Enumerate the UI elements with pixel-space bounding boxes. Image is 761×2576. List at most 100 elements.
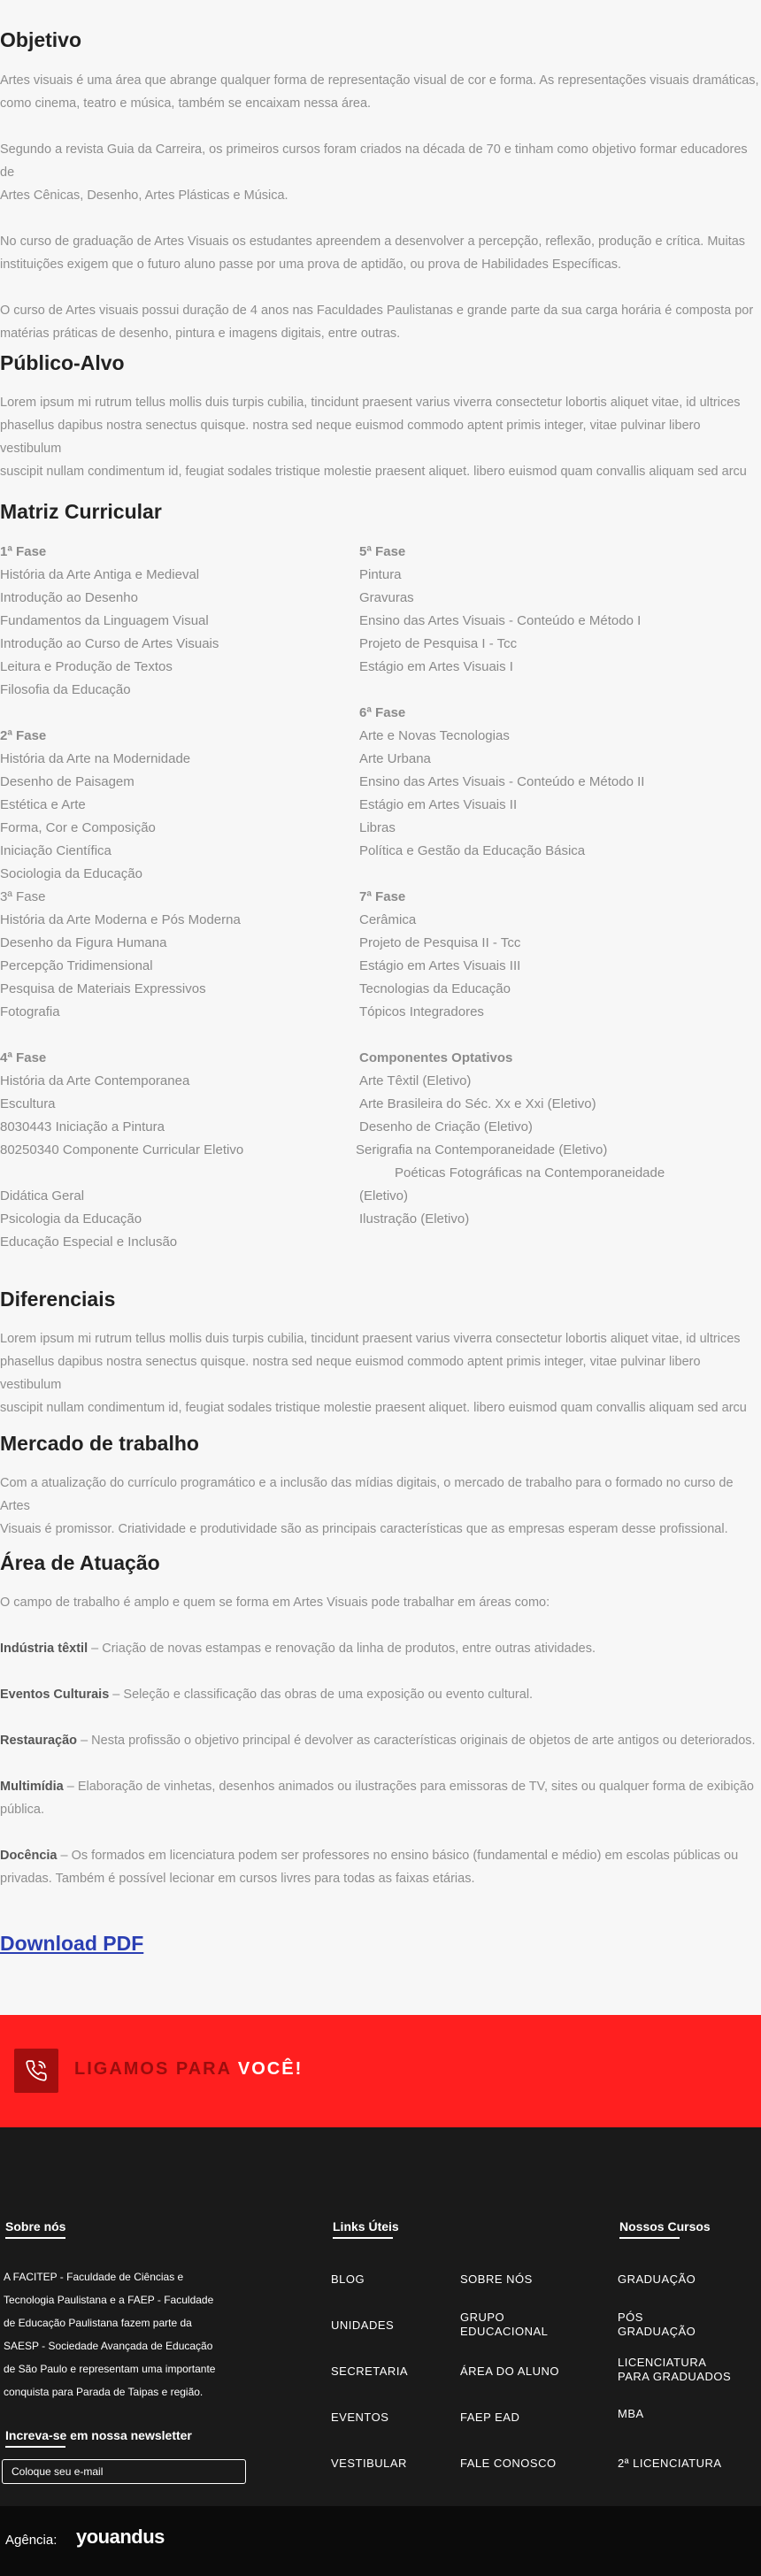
area-item-desc: – Os formados em licenciatura podem ser … bbox=[57, 1849, 739, 1863]
curriculum-item: Projeto de Pesquisa II - Tcc bbox=[359, 935, 521, 950]
curriculum-item: Arte Têxtil (Eletivo) bbox=[359, 1073, 472, 1088]
curriculum-item: Percepção Tridimensional bbox=[0, 958, 153, 973]
curriculum-item: Libras bbox=[359, 820, 396, 835]
area-intro: O campo de trabalho é amplo e quem se fo… bbox=[0, 1596, 550, 1610]
curriculum-item bbox=[0, 702, 243, 725]
curriculum-item: Sociologia da Educação bbox=[0, 866, 142, 881]
area-item-desc: – Elaboração de vinhetas, desenhos anima… bbox=[63, 1780, 754, 1794]
curriculum-item: Educação Especial e Inclusão bbox=[0, 1234, 178, 1250]
area-item: Restauração – Nesta profissão o objetivo… bbox=[0, 1729, 761, 1752]
footer-link[interactable]: GRUPO EDUCACIONAL bbox=[460, 2311, 548, 2339]
text-line: suscipit nullam condimentum id, feugiat … bbox=[0, 465, 747, 479]
footer-link-line: ÁREA DO ALUNO bbox=[460, 2365, 559, 2378]
publico-text: Lorem ipsum mi rutrum tellus mollis duis… bbox=[0, 391, 761, 483]
footer-link[interactable]: BLOG bbox=[331, 2272, 365, 2287]
curriculum-phase-heading: Componentes Optativos bbox=[359, 1050, 513, 1065]
section-title-objetivo: Objetivo bbox=[0, 28, 82, 51]
footer-link[interactable]: SECRETARIA bbox=[331, 2365, 408, 2379]
curriculum-item: Gravuras bbox=[359, 590, 414, 605]
text-line: phasellus dapibus nostra senectus quisqu… bbox=[0, 1355, 701, 1392]
curriculum-item: Fotografia bbox=[0, 1004, 60, 1019]
curriculum-phase-heading: 4ª Fase bbox=[0, 1050, 47, 1065]
curriculum-item: Ensino das Artes Visuais - Conteúdo e Mé… bbox=[359, 774, 645, 789]
footer-course-link[interactable]: 2ª LICENCIATURA bbox=[618, 2457, 722, 2471]
agency-logo[interactable]: youandus bbox=[76, 2526, 165, 2549]
footer-link[interactable]: FAEP EAD bbox=[460, 2411, 519, 2425]
curriculum-item: Política e Gestão da Educação Básica bbox=[359, 843, 586, 858]
footer-course-link[interactable]: LICENCIATURA PARA GRADUADOS bbox=[618, 2356, 731, 2384]
area-item-desc: – Criação de novas estampas e renovação … bbox=[88, 1642, 596, 1656]
footer-about-title: Sobre nós bbox=[5, 2219, 66, 2239]
footer-link[interactable]: UNIDADES bbox=[331, 2318, 394, 2333]
curriculum-item: Pintura bbox=[359, 567, 402, 582]
footer-course-link[interactable]: MBA bbox=[618, 2407, 644, 2421]
footer-link[interactable]: EVENTOS bbox=[331, 2411, 388, 2425]
curriculum-item: Escultura bbox=[0, 1096, 56, 1111]
phone-icon bbox=[14, 2049, 58, 2093]
curriculum-item: Iniciação Científica bbox=[0, 843, 111, 858]
curriculum-item: Cerâmica bbox=[359, 912, 417, 927]
curriculum-item bbox=[359, 863, 665, 886]
footer-link[interactable]: ÁREA DO ALUNO bbox=[460, 2365, 559, 2379]
curriculum-item: Tópicos Integradores bbox=[359, 1004, 484, 1019]
curriculum-item: Desenho de Paisagem bbox=[0, 774, 135, 789]
text-line: instituições exigem que o futuro aluno p… bbox=[0, 258, 622, 272]
footer-link[interactable]: FALE CONOSCO bbox=[460, 2457, 557, 2471]
footer-link-line: LICENCIATURA bbox=[618, 2356, 707, 2369]
curriculum-item bbox=[0, 1162, 243, 1185]
footer-link-line: SOBRE NÓS bbox=[460, 2272, 533, 2286]
area-item-term: Docência bbox=[0, 1849, 58, 1863]
callback-prefix: LIGAMOS PARA bbox=[74, 2059, 238, 2079]
curriculum-item: Estágio em Artes Visuais III bbox=[359, 958, 521, 973]
footer-link-line: FALE CONOSCO bbox=[460, 2457, 557, 2470]
area-item-desc-cont: pública. bbox=[0, 1803, 44, 1817]
area-item: Multimídia – Elaboração de vinhetas, des… bbox=[0, 1775, 761, 1821]
footer-link-line: 2ª LICENCIATURA bbox=[618, 2457, 722, 2470]
about-line: Tecnologia Paulistana e a FAEP - Faculda… bbox=[4, 2294, 214, 2306]
curriculum-item: 3ª Fase bbox=[0, 889, 46, 904]
curriculum-item: Estágio em Artes Visuais II bbox=[359, 797, 518, 812]
curriculum-item: Arte Urbana bbox=[359, 751, 431, 766]
newsletter-email-input[interactable] bbox=[2, 2459, 246, 2484]
footer-links-title: Links Úteis bbox=[333, 2219, 399, 2239]
about-line: SAESP - Sociedade Avançada de Educação bbox=[4, 2340, 213, 2352]
area-item-term: Eventos Culturais bbox=[0, 1688, 110, 1702]
curriculum-item: Forma, Cor e Composição bbox=[0, 820, 156, 835]
footer-link-line: GRADUAÇÃO bbox=[618, 2272, 696, 2286]
footer-link-line: PÓS bbox=[618, 2311, 643, 2324]
text-line: Com a atualização do currículo programát… bbox=[0, 1476, 734, 1513]
about-line: conquista para Parada de Taipas e região… bbox=[4, 2386, 204, 2398]
footer-link[interactable]: VESTIBULAR bbox=[331, 2457, 407, 2471]
area-item-desc: – Seleção e classificação das obras de u… bbox=[109, 1688, 534, 1702]
footer: Sobre nós A FACITEP - Faculdade de Ciênc… bbox=[0, 2127, 761, 2506]
agency-label: Agência: bbox=[5, 2533, 58, 2548]
section-title-publico-alvo: Público-Alvo bbox=[0, 351, 125, 374]
curriculum-item: 80250340 Componente Curricular Eletivo bbox=[0, 1142, 244, 1157]
footer-newsletter-title: Increva-se em nossa newsletter bbox=[5, 2428, 192, 2448]
text-line: Segundo a revista Guia da Carreira, os p… bbox=[0, 142, 748, 180]
section-title-diferenciais: Diferenciais bbox=[0, 1288, 116, 1311]
callback-banner[interactable]: LIGAMOS PARA VOCÊ! bbox=[0, 2015, 761, 2127]
curriculum-item: Arte e Novas Tecnologias bbox=[359, 728, 510, 743]
curriculum-item: História da Arte Contemporanea bbox=[0, 1073, 190, 1088]
footer-course-link[interactable]: GRADUAÇÃO bbox=[618, 2272, 696, 2287]
area-item: Docência – Os formados em licenciatura p… bbox=[0, 1844, 761, 1890]
agency-bar: Agência: youandus bbox=[0, 2506, 761, 2576]
text-line: Lorem ipsum mi rutrum tellus mollis duis… bbox=[0, 396, 741, 410]
curriculum-phase-heading: 7ª Fase bbox=[359, 889, 406, 904]
curriculum-item: Psicologia da Educação bbox=[0, 1211, 142, 1226]
footer-course-link[interactable]: PÓS GRADUAÇÃO bbox=[618, 2311, 696, 2339]
curriculum-column-left: 1ª Fase História da Arte Antiga e Medieva… bbox=[0, 541, 243, 1254]
footer-courses-title: Nossos Cursos bbox=[619, 2219, 711, 2239]
about-line: A FACITEP - Faculdade de Ciências e bbox=[4, 2271, 184, 2283]
curriculum-item: Arte Brasileira do Séc. Xx e Xxi (Eletiv… bbox=[359, 1096, 596, 1111]
area-item: Eventos Culturais – Seleção e classifica… bbox=[0, 1683, 761, 1706]
footer-link-line: MBA bbox=[618, 2407, 644, 2420]
download-pdf-link[interactable]: Download PDF bbox=[0, 1932, 143, 1956]
footer-link-line: GRUPO bbox=[460, 2311, 505, 2324]
area-item-desc: – Nesta profissão o objetivo principal é… bbox=[77, 1734, 756, 1748]
area-item-term: Restauração bbox=[0, 1734, 78, 1748]
curriculum-item: Ilustração (Eletivo) bbox=[359, 1211, 470, 1226]
footer-link[interactable]: SOBRE NÓS bbox=[460, 2272, 533, 2287]
footer-link-line: PARA GRADUADOS bbox=[618, 2370, 732, 2383]
